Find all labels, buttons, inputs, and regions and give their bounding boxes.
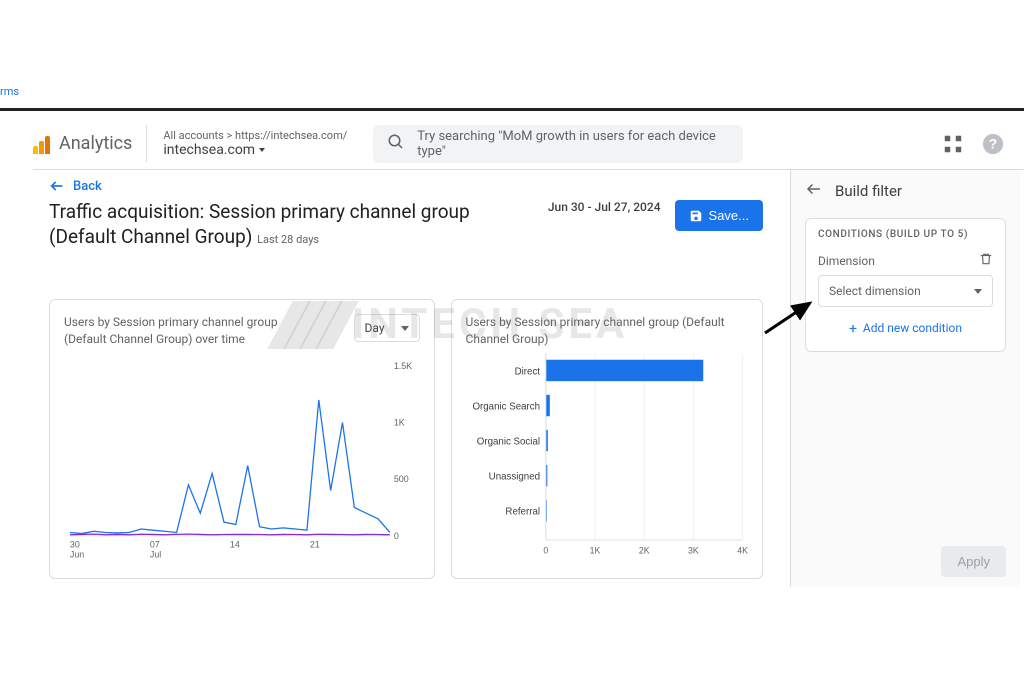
svg-text:1K: 1K [394, 418, 405, 428]
svg-text:?: ? [989, 136, 997, 151]
svg-text:14: 14 [230, 540, 240, 550]
svg-text:2K: 2K [638, 546, 649, 556]
line-chart-title: Users by Session primary channel group (… [64, 314, 313, 348]
svg-text:07: 07 [150, 540, 160, 550]
property-picker[interactable]: All accounts > https://intechsea.com/ in… [146, 125, 363, 162]
save-button[interactable]: Save... [675, 200, 763, 231]
svg-text:3K: 3K [688, 546, 699, 556]
line-chart-card: Users by Session primary channel group (… [49, 299, 435, 579]
conditions-card: CONDITIONS (BUILD UP TO 5) Dimension Sel… [805, 218, 1006, 352]
svg-text:Organic Social: Organic Social [476, 437, 539, 448]
search-icon [387, 133, 405, 155]
back-button[interactable]: Back [49, 178, 763, 194]
property-name: intechsea.com [163, 142, 255, 158]
last-n-days: Last 28 days [257, 233, 319, 246]
svg-text:Unassigned: Unassigned [488, 472, 539, 483]
arrow-annotation [760, 298, 820, 338]
svg-text:Referral: Referral [505, 507, 540, 518]
granularity-dropdown[interactable]: Day [354, 314, 420, 342]
line-chart: 0 500 1K 1.5K 30Jun 07Jul 14 21 [64, 362, 420, 560]
page-title: Traffic acquisition: Session primary cha… [49, 200, 534, 249]
chevron-down-icon [401, 326, 409, 331]
bar-chart-card: Users by Session primary channel group (… [451, 299, 763, 579]
filter-panel: Build filter CONDITIONS (BUILD UP TO 5) … [790, 170, 1020, 587]
apps-icon[interactable] [942, 133, 964, 155]
svg-text:30: 30 [70, 540, 80, 550]
product-logo[interactable]: Analytics [33, 133, 146, 154]
svg-text:0: 0 [543, 546, 548, 556]
chevron-down-icon [974, 289, 982, 294]
svg-text:Jun: Jun [70, 550, 84, 560]
help-icon[interactable]: ? [982, 133, 1004, 155]
svg-text:1.5K: 1.5K [394, 362, 412, 371]
delete-icon[interactable] [979, 252, 993, 269]
back-label: Back [73, 179, 102, 194]
save-label: Save... [709, 208, 749, 223]
report-main: Back Traffic acquisition: Session primar… [33, 170, 773, 579]
bar-chart-title: Users by Session primary channel group (… [466, 314, 748, 348]
dimension-label: Dimension [818, 254, 875, 268]
conditions-heading: CONDITIONS (BUILD UP TO 5) [818, 229, 993, 240]
apply-button[interactable]: Apply [941, 546, 1006, 577]
filter-back-icon[interactable] [805, 180, 823, 202]
product-name: Analytics [59, 133, 132, 154]
svg-text:Direct: Direct [514, 367, 540, 378]
filter-title: Build filter [835, 182, 902, 200]
svg-text:0: 0 [394, 531, 399, 541]
breadcrumb: All accounts > https://intechsea.com/ [163, 129, 347, 142]
search-input[interactable]: Try searching "MoM growth in users for e… [373, 125, 743, 163]
cut-text: rms [0, 85, 19, 98]
analytics-logo-icon [33, 134, 53, 154]
dimension-select[interactable]: Select dimension [818, 275, 993, 307]
topbar: Analytics All accounts > https://intechs… [33, 118, 1024, 170]
svg-text:1K: 1K [589, 546, 600, 556]
svg-text:21: 21 [310, 540, 320, 550]
bar-chart: 0 1K 2K 3K 4K Direct Organic Search Organic Soc… [466, 350, 748, 559]
svg-text:Jul: Jul [150, 550, 161, 560]
chevron-down-icon [259, 148, 265, 152]
top-separator [0, 108, 1024, 111]
svg-text:500: 500 [394, 475, 409, 485]
date-range-picker[interactable]: Jun 30 - Jul 27, 2024 [542, 200, 667, 216]
add-condition-button[interactable]: + Add new condition [818, 307, 993, 341]
svg-text:4K: 4K [737, 546, 748, 556]
search-placeholder: Try searching "MoM growth in users for e… [417, 129, 729, 159]
svg-text:Organic Search: Organic Search [472, 402, 540, 413]
